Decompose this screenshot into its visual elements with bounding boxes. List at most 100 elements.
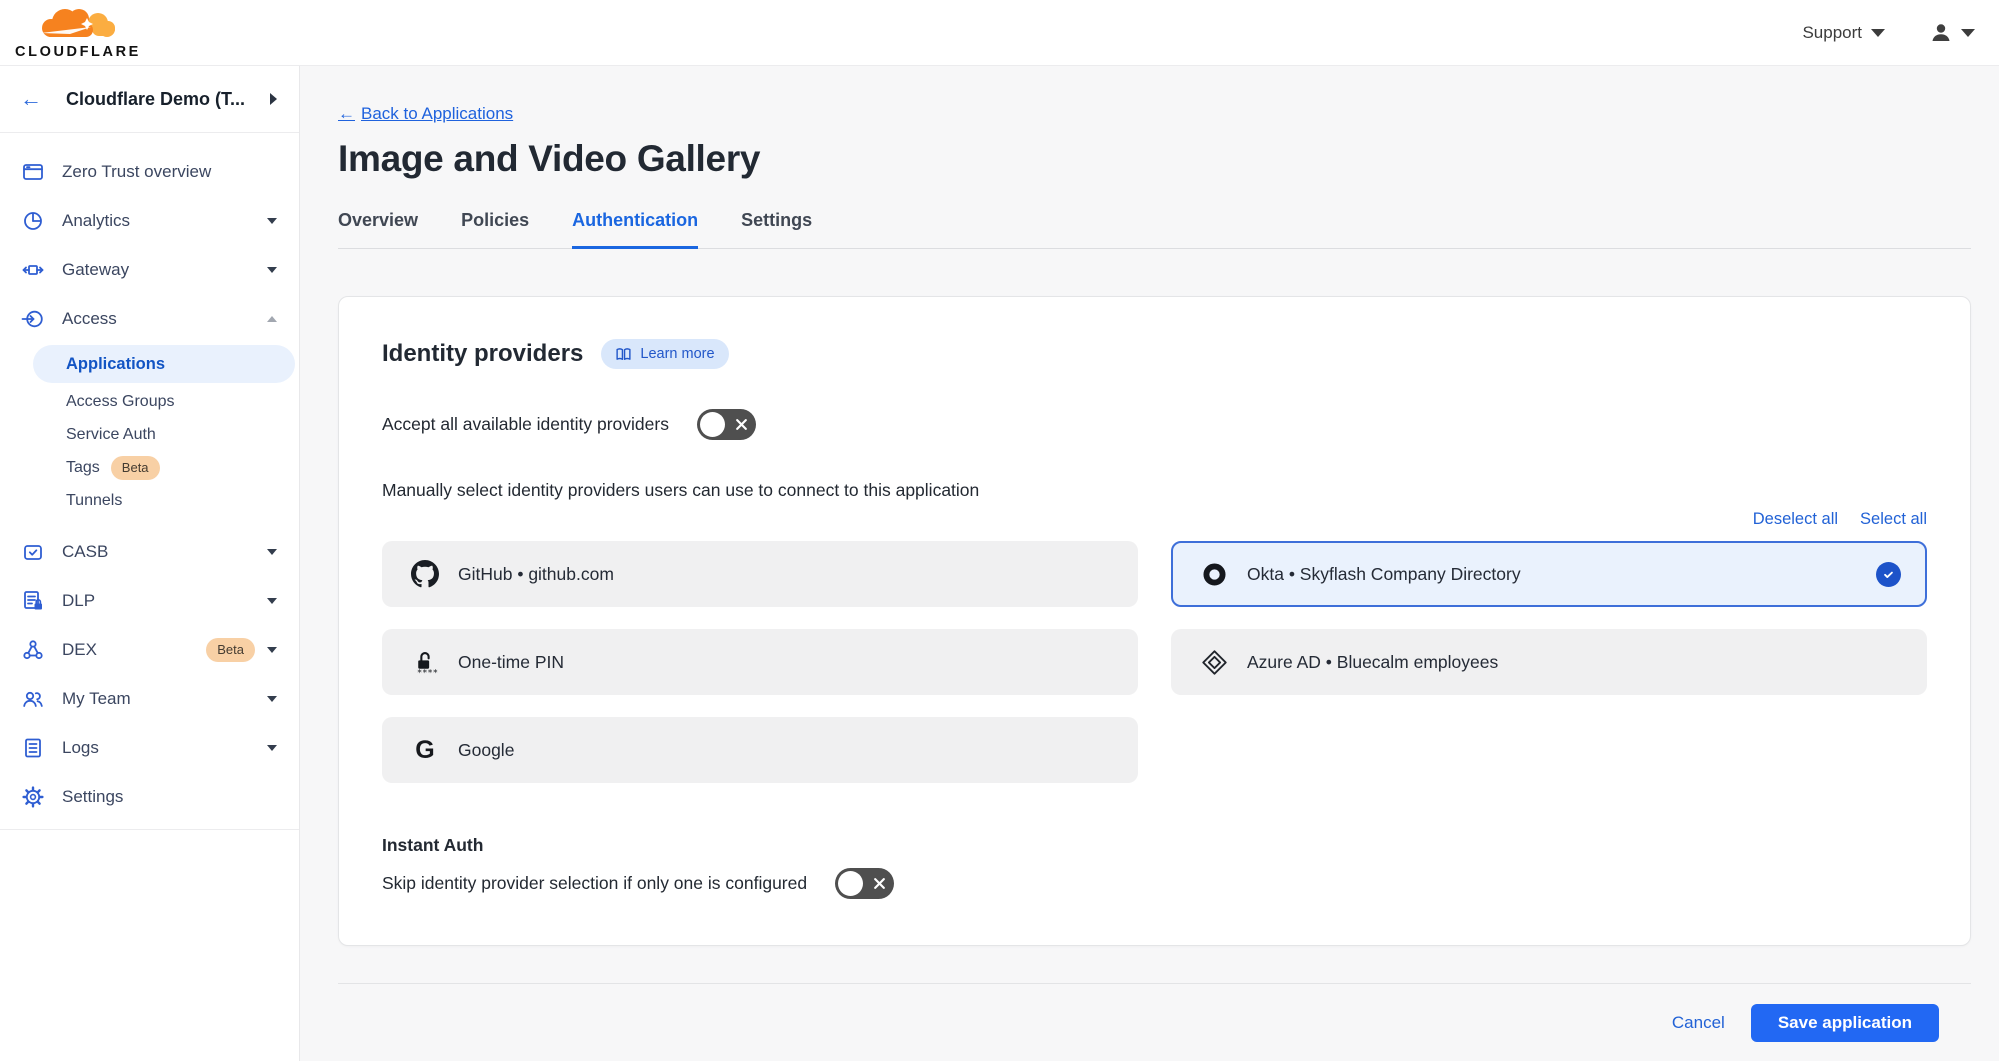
chevron-right-icon[interactable] <box>270 93 277 105</box>
deselect-all-link[interactable]: Deselect all <box>1753 510 1838 529</box>
gear-icon <box>21 785 45 809</box>
tab-authentication[interactable]: Authentication <box>572 210 698 249</box>
chevron-down-icon <box>267 647 277 653</box>
support-menu[interactable]: Support <box>1802 23 1885 43</box>
sidebar-item-logs[interactable]: Logs <box>0 723 299 772</box>
chevron-down-icon <box>267 696 277 702</box>
sidebar-item-label: DLP <box>62 591 267 611</box>
sidebar-nav: Zero Trust overview Analytics Gateway <box>0 133 299 821</box>
okta-icon <box>1201 561 1228 588</box>
provider-azure-ad[interactable]: Azure AD • Bluecalm employees <box>1171 629 1927 695</box>
sidebar-item-service-auth[interactable]: Service Auth <box>0 418 299 451</box>
azure-ad-icon <box>1201 649 1228 676</box>
one-time-pin-lock-icon: **** <box>412 649 439 676</box>
github-icon <box>411 560 439 588</box>
provider-name: Azure AD • Bluecalm employees <box>1247 652 1901 673</box>
toggle-knob <box>700 412 725 437</box>
sidebar-item-label: My Team <box>62 689 267 709</box>
sidebar-item-label: Access Groups <box>66 393 174 411</box>
provider-name: One-time PIN <box>458 652 1112 673</box>
sidebar-item-gateway[interactable]: Gateway <box>0 245 299 294</box>
sidebar-item-label: DEX <box>62 640 195 660</box>
save-application-button[interactable]: Save application <box>1751 1004 1939 1042</box>
sidebar-item-settings[interactable]: Settings <box>0 772 299 821</box>
team-people-icon <box>21 687 45 711</box>
card-heading: Identity providers <box>382 340 583 368</box>
chevron-down-icon <box>267 598 277 604</box>
sidebar-item-dex[interactable]: DEX Beta <box>0 625 299 674</box>
sidebar-item-dlp[interactable]: DLP <box>0 576 299 625</box>
sidebar-item-label: Access <box>62 309 267 329</box>
beta-badge: Beta <box>206 638 255 662</box>
dex-network-icon <box>21 638 45 662</box>
window-icon <box>21 160 45 184</box>
beta-badge: Beta <box>111 456 160 480</box>
top-bar: CLOUDFLARE Support <box>0 0 1999 66</box>
instant-auth-label: Skip identity provider selection if only… <box>382 873 807 894</box>
book-icon <box>615 346 632 363</box>
chevron-down-icon <box>267 267 277 273</box>
gateway-icon <box>21 258 45 282</box>
x-icon <box>735 418 748 431</box>
cloudflare-cloud-icon <box>34 6 122 46</box>
learn-more-badge[interactable]: Learn more <box>601 339 728 369</box>
chevron-down-icon <box>267 549 277 555</box>
sidebar-item-label: CASB <box>62 542 267 562</box>
sidebar-item-label: Analytics <box>62 211 267 231</box>
sidebar-item-label: Service Auth <box>66 426 156 444</box>
instant-auth-toggle[interactable] <box>835 868 894 899</box>
sidebar-item-my-team[interactable]: My Team <box>0 674 299 723</box>
footer-actions: Cancel Save application <box>338 1004 1939 1042</box>
provider-name: Google <box>458 740 1112 761</box>
sidebar-item-analytics[interactable]: Analytics <box>0 196 299 245</box>
access-subnav: Applications Access Groups Service Auth … <box>0 343 299 527</box>
learn-more-label: Learn more <box>640 346 714 362</box>
dlp-document-lock-icon <box>21 589 45 613</box>
chevron-down-icon <box>267 745 277 751</box>
tab-settings[interactable]: Settings <box>741 210 812 249</box>
sidebar-item-access[interactable]: Access <box>0 294 299 343</box>
cancel-button[interactable]: Cancel <box>1672 1013 1725 1033</box>
sidebar-item-label: Gateway <box>62 260 267 280</box>
select-all-link[interactable]: Select all <box>1860 510 1927 529</box>
sidebar-item-zero-trust-overview[interactable]: Zero Trust overview <box>0 147 299 196</box>
identity-providers-card: Identity providers Learn more Accept all… <box>338 296 1971 946</box>
logs-document-icon <box>21 736 45 760</box>
access-login-icon <box>21 307 45 331</box>
casb-check-icon <box>21 540 45 564</box>
provider-google[interactable]: G Google <box>382 717 1138 783</box>
sidebar-item-label: Logs <box>62 738 267 758</box>
provider-name: GitHub • github.com <box>458 564 1112 585</box>
selected-check-badge <box>1876 562 1901 587</box>
provider-one-time-pin[interactable]: **** One-time PIN <box>382 629 1138 695</box>
account-switcher[interactable]: ← Cloudflare Demo (T... <box>0 66 299 133</box>
brand-name: CLOUDFLARE <box>15 44 141 60</box>
sidebar-item-label: Tunnels <box>66 492 122 510</box>
sidebar-item-label: Settings <box>62 787 277 807</box>
footer-divider <box>338 983 1971 984</box>
provider-name: Okta • Skyflash Company Directory <box>1247 564 1876 585</box>
chevron-down-icon <box>267 218 277 224</box>
sidebar-item-tags[interactable]: Tags Beta <box>0 451 299 484</box>
provider-github[interactable]: GitHub • github.com <box>382 541 1138 607</box>
x-icon <box>873 877 886 890</box>
sidebar-item-casb[interactable]: CASB <box>0 527 299 576</box>
tab-bar: Overview Policies Authentication Setting… <box>338 210 1971 249</box>
provider-okta[interactable]: Okta • Skyflash Company Directory <box>1171 541 1927 607</box>
back-to-applications-link[interactable]: ← Back to Applications <box>338 104 513 124</box>
instant-auth-section: Instant Auth Skip identity provider sele… <box>382 835 1927 899</box>
main-content: ← Back to Applications Image and Video G… <box>300 66 1999 1061</box>
sidebar-item-label: Zero Trust overview <box>62 162 277 182</box>
back-arrow-icon[interactable]: ← <box>20 88 42 110</box>
chevron-up-icon <box>267 316 277 322</box>
cloudflare-logo[interactable]: CLOUDFLARE <box>13 6 143 60</box>
tab-policies[interactable]: Policies <box>461 210 529 249</box>
accept-all-toggle[interactable] <box>697 409 756 440</box>
user-account-menu[interactable] <box>1929 21 1975 45</box>
sidebar-item-access-groups[interactable]: Access Groups <box>0 385 299 418</box>
google-icon: G <box>415 736 434 765</box>
tab-overview[interactable]: Overview <box>338 210 418 249</box>
sidebar-item-applications[interactable]: Applications <box>33 345 295 383</box>
sidebar-item-tunnels[interactable]: Tunnels <box>0 484 299 517</box>
chevron-down-icon <box>1961 29 1975 37</box>
